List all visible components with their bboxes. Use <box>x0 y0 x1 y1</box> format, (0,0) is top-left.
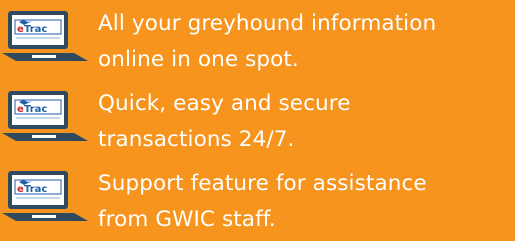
feature-item: e Trac Quick, easy and secure transactio… <box>0 80 515 160</box>
svg-text:Trac: Trac <box>24 184 47 195</box>
feature-line: Support feature for assistance <box>98 171 427 196</box>
svg-text:e: e <box>17 184 24 195</box>
feature-item: e Trac Support feature for assistance fr… <box>0 160 515 240</box>
etrac-laptop-icon: e Trac <box>2 91 88 141</box>
etrac-laptop-icon: e Trac <box>2 171 88 221</box>
feature-line: All your greyhound information <box>98 11 437 36</box>
feature-description: All your greyhound information online in… <box>98 6 513 78</box>
svg-text:e: e <box>17 104 24 115</box>
feature-description: Support feature for assistance from GWIC… <box>98 166 513 238</box>
feature-line: Quick, easy and secure <box>98 91 351 116</box>
feature-line: online in one spot. <box>98 47 299 72</box>
svg-text:Trac: Trac <box>24 24 47 35</box>
feature-line: from GWIC staff. <box>98 207 276 232</box>
svg-text:e: e <box>17 24 24 35</box>
feature-description: Quick, easy and secure transactions 24/7… <box>98 86 513 158</box>
feature-line: transactions 24/7. <box>98 127 295 152</box>
etrac-laptop-icon: e Trac <box>2 11 88 61</box>
feature-item: e Trac All your greyhound information on… <box>0 0 515 80</box>
etrac-features-panel: e Trac All your greyhound information on… <box>0 0 515 241</box>
svg-text:Trac: Trac <box>24 104 47 115</box>
